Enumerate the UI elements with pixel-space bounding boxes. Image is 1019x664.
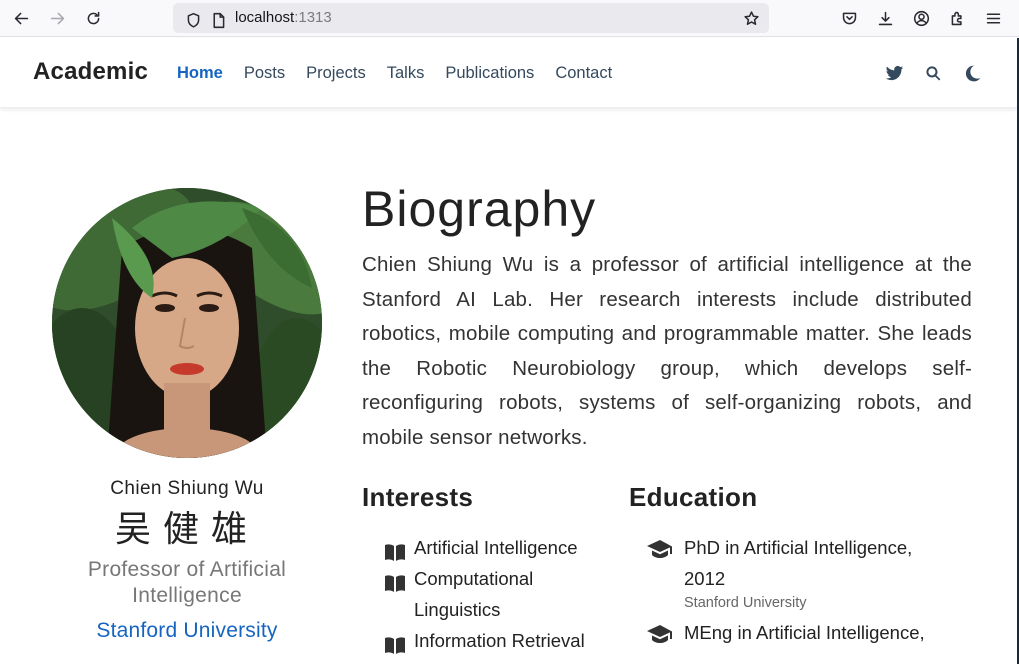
- url-host: localhost: [235, 9, 295, 26]
- search-icon[interactable]: [922, 62, 944, 84]
- biography-heading: Biography: [362, 181, 597, 237]
- site-brand[interactable]: Academic: [33, 58, 148, 86]
- page-icon[interactable]: [206, 9, 230, 31]
- list-item: Computational Linguistics: [384, 563, 614, 625]
- list-item: Artificial Intelligence: [384, 532, 614, 563]
- nav-link-home[interactable]: Home: [177, 64, 223, 83]
- address-bar[interactable]: localhost:1313: [173, 3, 769, 33]
- twitter-icon[interactable]: [883, 62, 905, 84]
- degree-title: MEng in Artificial Intelligence,: [684, 622, 925, 643]
- profile-name-cjk: 吴健雄: [114, 509, 259, 550]
- extensions-icon[interactable]: [945, 7, 969, 29]
- biography-text: Chien Shiung Wu is a professor of artifi…: [362, 253, 972, 449]
- profile-name: Chien Shiung Wu: [110, 478, 264, 499]
- nav-icons: [883, 62, 983, 84]
- nav-link-projects[interactable]: Projects: [306, 64, 366, 83]
- browser-toolbar: localhost:1313: [0, 0, 1019, 37]
- profile-role: Professor of Artificial Intelligence: [87, 558, 287, 607]
- interests-list: Artificial Intelligence Computational Li…: [384, 532, 614, 656]
- graduation-cap-icon: [646, 538, 674, 560]
- bookmark-star-icon[interactable]: [739, 7, 763, 29]
- pocket-icon[interactable]: [837, 7, 861, 29]
- back-arrow-icon[interactable]: [9, 7, 33, 29]
- moon-icon[interactable]: [961, 62, 983, 84]
- education-heading: Education: [629, 482, 758, 512]
- book-icon: [384, 539, 406, 561]
- site-navbar: Academic Home Posts Projects Talks Publi…: [0, 38, 1017, 108]
- nav-link-contact[interactable]: Contact: [555, 64, 612, 83]
- account-icon[interactable]: [909, 7, 933, 29]
- book-icon: [384, 570, 406, 592]
- interests-heading: Interests: [362, 482, 474, 512]
- list-item: PhD in Artificial Intelligence, 2012 Sta…: [646, 532, 956, 611]
- menu-icon[interactable]: [981, 7, 1005, 29]
- url-port: :1313: [294, 9, 332, 26]
- list-item: Information Retrieval: [384, 625, 614, 656]
- nav-link-talks[interactable]: Talks: [387, 64, 425, 83]
- nav-link-publications[interactable]: Publications: [445, 64, 534, 83]
- nav-link-posts[interactable]: Posts: [244, 64, 285, 83]
- degree-title: PhD in Artificial Intelligence, 2012: [684, 537, 913, 589]
- interest-label: Computational Linguistics: [414, 568, 534, 620]
- interest-label: Artificial Intelligence: [414, 537, 578, 558]
- education-list: PhD in Artificial Intelligence, 2012 Sta…: [646, 532, 956, 654]
- profile-organization-link[interactable]: Stanford University: [52, 619, 322, 643]
- list-item: MEng in Artificial Intelligence,: [646, 617, 956, 648]
- nav-links: Home Posts Projects Talks Publications C…: [177, 64, 633, 83]
- degree-school: Stanford University: [684, 595, 807, 611]
- forward-arrow-icon[interactable]: [45, 7, 69, 29]
- url-text: localhost:1313: [235, 9, 332, 26]
- reload-icon[interactable]: [81, 7, 105, 29]
- graduation-cap-icon: [646, 623, 674, 645]
- interest-label: Information Retrieval: [414, 630, 585, 651]
- shield-icon[interactable]: [181, 9, 205, 31]
- book-icon: [384, 632, 406, 654]
- profile-avatar: [52, 188, 322, 458]
- download-icon[interactable]: [873, 7, 897, 29]
